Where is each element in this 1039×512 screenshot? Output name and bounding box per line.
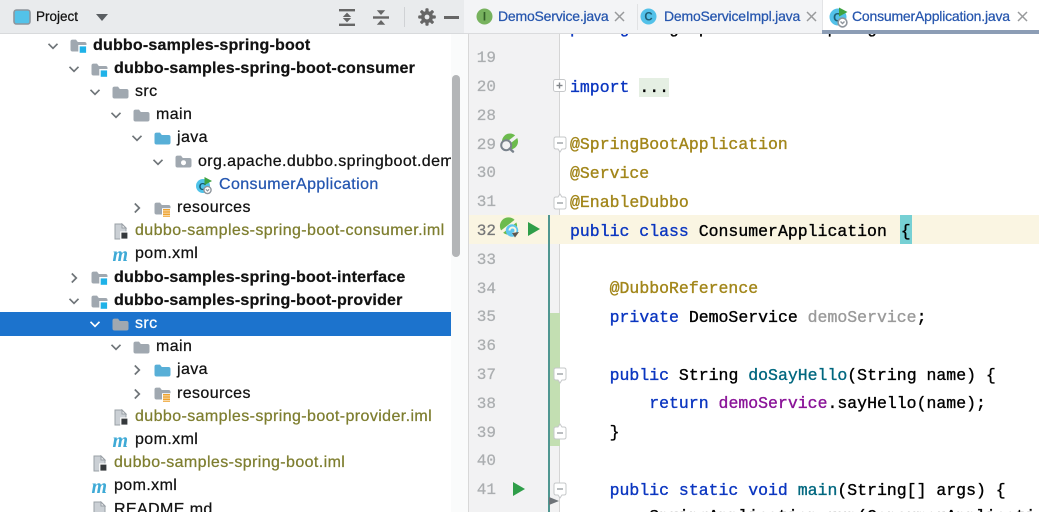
svg-text:I: I: [483, 12, 486, 24]
svg-text:m: m: [113, 432, 129, 449]
svg-text:C: C: [644, 12, 652, 24]
svg-text:m: m: [92, 478, 108, 495]
svg-text:m: m: [113, 246, 129, 263]
